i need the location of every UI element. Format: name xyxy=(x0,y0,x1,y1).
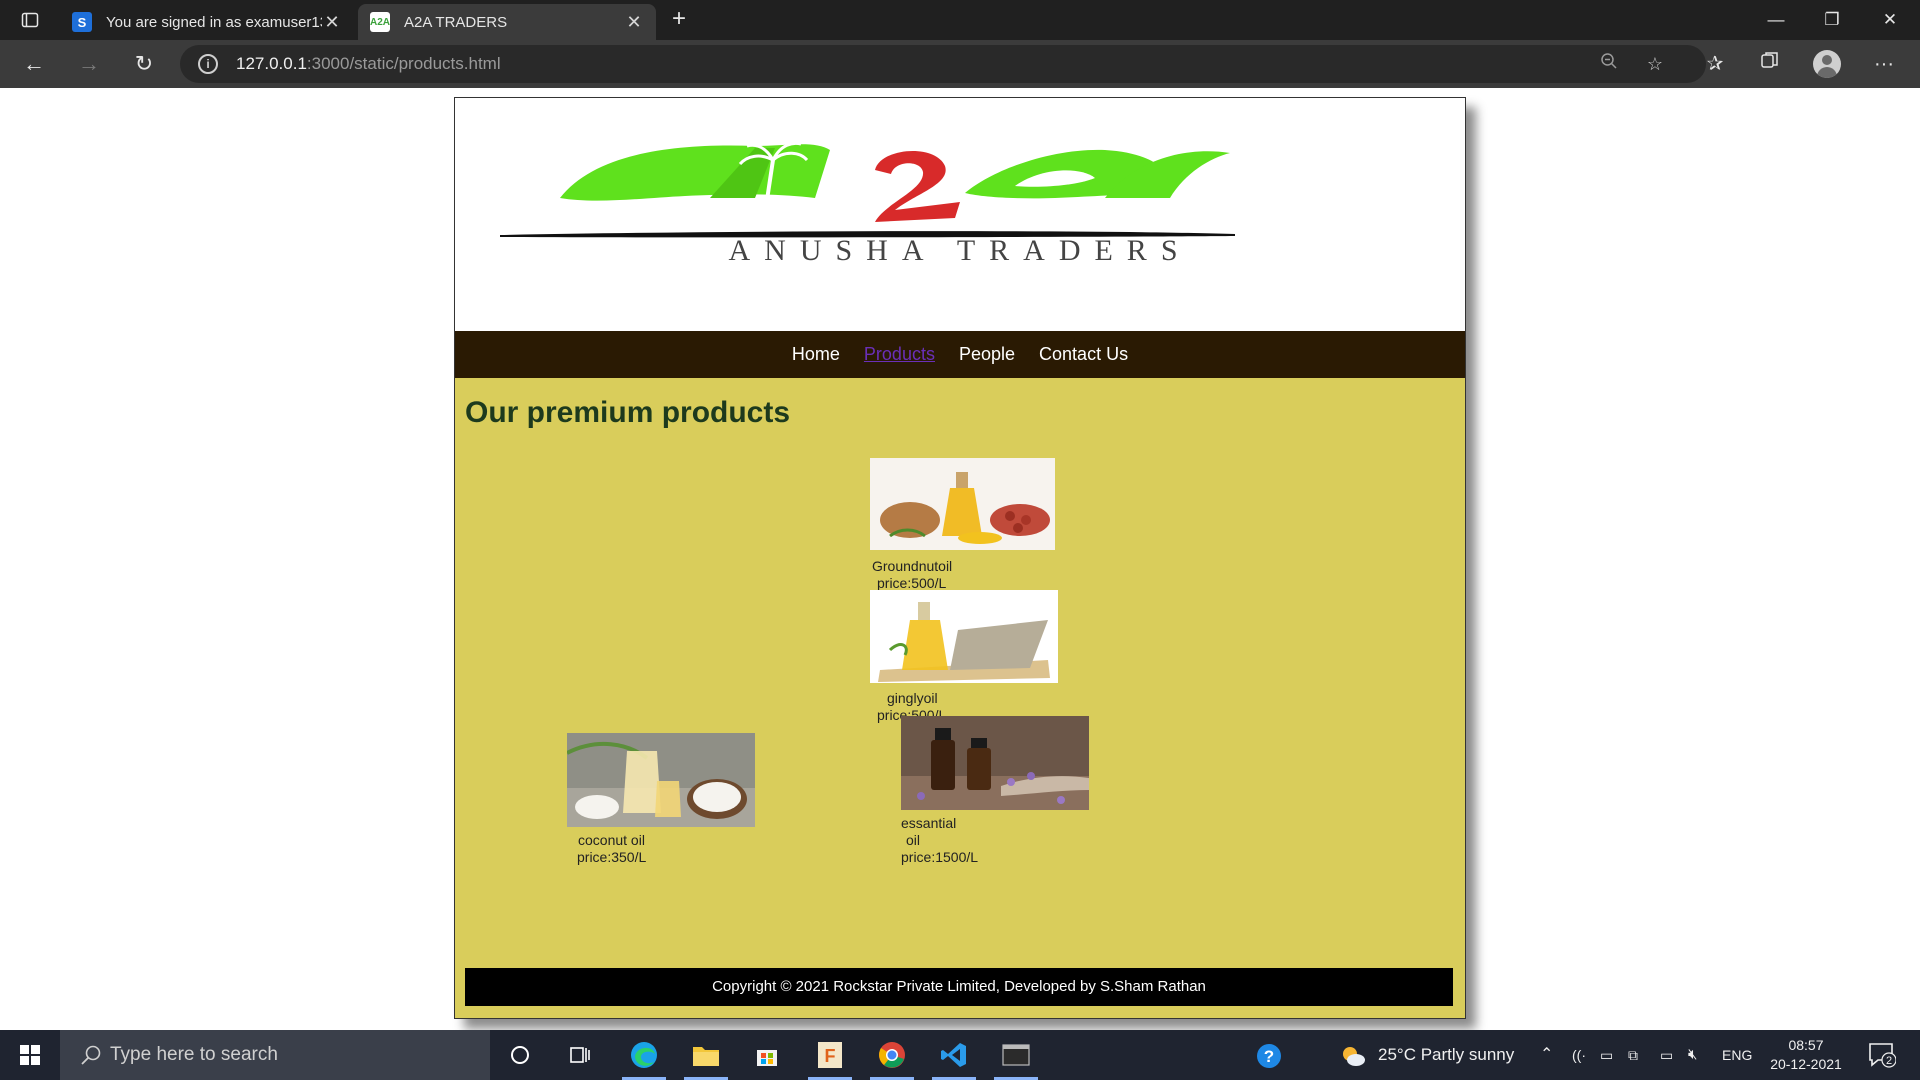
gingly-oil-image[interactable] xyxy=(870,590,1058,683)
groundnut-oil-image[interactable] xyxy=(870,458,1055,550)
zoom-icon[interactable] xyxy=(1595,52,1623,76)
back-icon[interactable]: ← xyxy=(16,48,52,80)
address-bar[interactable]: i 127.0.0.1:3000/static/products.html ☆ xyxy=(180,45,1706,83)
svg-text:F: F xyxy=(825,1046,836,1066)
minimize-icon[interactable]: — xyxy=(1748,0,1804,40)
display-icon[interactable]: ⧉ xyxy=(1628,1030,1650,1080)
close-window-icon[interactable]: ✕ xyxy=(1862,0,1918,40)
site-footer: Copyright © 2021 Rockstar Private Limite… xyxy=(465,968,1453,1006)
task-view-icon[interactable] xyxy=(550,1030,610,1080)
product-name: Groundnutoil xyxy=(872,558,953,574)
site-nav: Home Products People Contact Us xyxy=(455,331,1465,378)
forward-icon[interactable]: → xyxy=(71,48,107,80)
clock-date: 20-12-2021 xyxy=(1770,1056,1842,1072)
tab-a2a-traders[interactable]: A2A A2A TRADERS ✕ xyxy=(358,4,656,40)
tab-title: You are signed in as examuser13 xyxy=(106,13,322,31)
search-placeholder: Type here to search xyxy=(110,1044,278,1065)
svg-text:2: 2 xyxy=(1886,1055,1892,1067)
coconut-oil-image[interactable] xyxy=(567,733,755,827)
network-icon[interactable]: ((· xyxy=(1572,1030,1592,1080)
chrome-icon[interactable] xyxy=(862,1030,922,1080)
product-name: coconut oil xyxy=(578,832,645,848)
nav-link-people[interactable]: People xyxy=(959,344,1015,365)
more-options-icon[interactable]: ··· xyxy=(1866,48,1902,80)
volume-muted-icon[interactable]: 🔇︎ xyxy=(1688,1030,1710,1080)
browser-tab-bar: S You are signed in as examuser13 ✕ A2A … xyxy=(0,0,1920,40)
cortana-icon[interactable] xyxy=(490,1030,550,1080)
a2a-favicon-icon: A2A xyxy=(370,12,390,32)
clock-time: 08:57 xyxy=(1788,1037,1824,1053)
notifications-icon[interactable]: 2 xyxy=(1868,1042,1897,1068)
clock[interactable]: 08:57 20-12-2021 xyxy=(1766,1036,1846,1074)
weather-text[interactable]: 25°C Partly sunny xyxy=(1378,1030,1528,1080)
product-price: price:1500/L xyxy=(901,849,979,865)
search-icon xyxy=(81,1045,101,1065)
site-container: ANUSHA TRADERS Home Products People Cont… xyxy=(454,97,1466,1019)
nav-link-products[interactable]: Products xyxy=(864,344,935,365)
meet-icon[interactable]: ▭ xyxy=(1600,1030,1620,1080)
help-icon[interactable]: ? xyxy=(1252,1030,1286,1080)
page-viewport: ANUSHA TRADERS Home Products People Cont… xyxy=(0,88,1920,1030)
language-indicator[interactable]: ENG xyxy=(1722,1030,1762,1080)
s-favicon-icon: S xyxy=(72,12,92,32)
site-info-icon[interactable]: i xyxy=(198,54,218,74)
favorites-icon[interactable]: ✰ xyxy=(1697,48,1733,80)
store-icon[interactable] xyxy=(737,1030,797,1080)
url-text[interactable]: 127.0.0.1:3000/static/products.html xyxy=(236,54,501,74)
product-name: ginglyoil xyxy=(887,690,938,706)
close-tab-icon[interactable]: ✕ xyxy=(624,12,644,33)
product-name: essantial xyxy=(901,815,957,831)
battery-icon[interactable]: ▭ xyxy=(1660,1030,1682,1080)
products-section: Our premium products Groundnutoil price:… xyxy=(455,378,1465,1018)
page-title: Our premium products xyxy=(465,396,791,429)
svg-text:?: ? xyxy=(1264,1047,1274,1066)
edge-taskbar-icon[interactable] xyxy=(614,1030,674,1080)
a2a-logo: ANUSHA TRADERS xyxy=(500,141,1235,267)
taskbar-search[interactable]: Type here to search xyxy=(60,1030,490,1080)
windows-start-icon[interactable] xyxy=(0,1030,60,1080)
weather-icon[interactable] xyxy=(1340,1030,1368,1080)
collections-icon[interactable] xyxy=(1752,48,1788,80)
profile-avatar-icon[interactable] xyxy=(1813,50,1841,78)
essential-oil-image[interactable] xyxy=(901,716,1089,810)
terminal-icon[interactable] xyxy=(986,1030,1046,1080)
restore-icon[interactable]: ❐ xyxy=(1804,0,1860,40)
new-tab-button[interactable]: + xyxy=(664,6,694,34)
vscode-icon[interactable] xyxy=(924,1030,984,1080)
tab-actions-icon[interactable] xyxy=(10,6,50,34)
nav-link-home[interactable]: Home xyxy=(792,344,840,365)
site-banner: ANUSHA TRADERS xyxy=(455,98,1465,331)
close-tab-icon[interactable]: ✕ xyxy=(322,12,342,33)
reload-icon[interactable]: ↻ xyxy=(126,48,162,80)
tab-title: A2A TRADERS xyxy=(404,13,508,31)
add-favorite-icon[interactable]: ☆ xyxy=(1641,52,1669,76)
nav-link-contact[interactable]: Contact Us xyxy=(1039,344,1128,365)
browser-toolbar: ← → ↻ i 127.0.0.1:3000/static/products.h… xyxy=(0,40,1920,88)
taskbar: Type here to search F ? 25°C Partly sunn… xyxy=(0,1030,1920,1080)
svg-text:ANUSHA TRADERS: ANUSHA TRADERS xyxy=(729,234,1192,267)
product-name-line2: oil xyxy=(906,832,921,848)
file-explorer-icon[interactable] xyxy=(676,1030,736,1080)
app-f-icon[interactable]: F xyxy=(800,1030,860,1080)
tab-signed-in[interactable]: S You are signed in as examuser13 ✕ xyxy=(60,4,354,40)
product-price: price:350/L xyxy=(577,849,647,865)
show-hidden-icons-icon[interactable]: ⌃ xyxy=(1540,1030,1560,1080)
